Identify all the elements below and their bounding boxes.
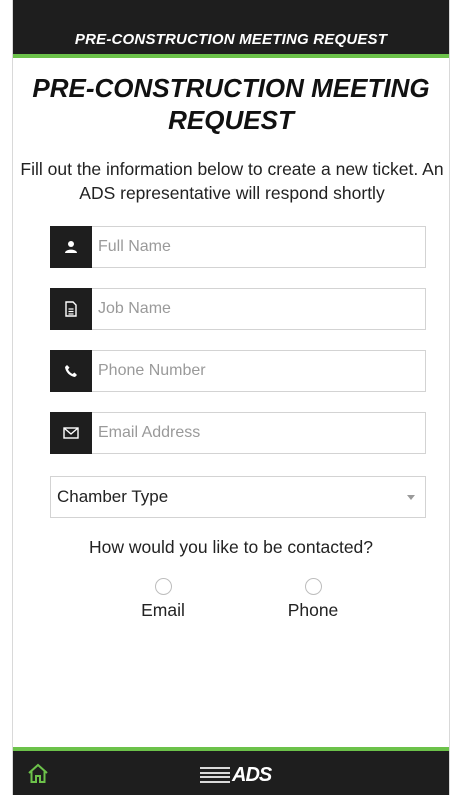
full-name-input[interactable] — [92, 226, 426, 268]
logo-stripes — [200, 767, 230, 783]
contact-question: How would you like to be contacted? — [88, 537, 374, 557]
email-address-field — [50, 412, 426, 454]
job-name-field — [50, 288, 426, 330]
phone-radio-label: Phone — [287, 600, 339, 620]
phone-number-input[interactable] — [92, 350, 426, 392]
chevron-down-icon — [407, 495, 415, 500]
app-screen: PRE-CONSTRUCTION MEETING REQUEST PRE-CON… — [12, 0, 450, 795]
envelope-icon — [50, 412, 92, 454]
chamber-type-value: Chamber Type — [57, 487, 169, 506]
bottom-bar: ADS — [13, 747, 449, 795]
intro-text: Fill out the information below to create… — [20, 159, 444, 203]
job-name-input[interactable] — [92, 288, 426, 330]
email-radio-label: Email — [141, 600, 185, 620]
page-title-line1: PRE-CONSTRUCTION MEETING — [32, 73, 430, 103]
document-icon — [50, 288, 92, 330]
contact-option-email[interactable]: Email — [123, 578, 203, 621]
full-name-field — [50, 226, 426, 268]
email-address-input[interactable] — [92, 412, 426, 454]
ads-logo: ADS — [200, 763, 272, 786]
email-radio[interactable] — [154, 578, 172, 595]
phone-icon — [50, 350, 92, 392]
contact-option-phone[interactable]: Phone — [273, 578, 353, 621]
page-title: PRE-CONSTRUCTION MEETING REQUEST — [13, 72, 449, 136]
home-icon[interactable] — [25, 761, 51, 787]
phone-radio[interactable] — [304, 578, 322, 595]
chamber-type-select[interactable]: Chamber Type — [50, 476, 426, 518]
phone-number-field — [50, 350, 426, 392]
header-title: PRE-CONSTRUCTION MEETING REQUEST — [74, 31, 388, 48]
page-title-line2: REQUEST — [168, 105, 294, 135]
user-icon — [50, 226, 92, 268]
logo-text: ADS — [232, 763, 272, 786]
top-bar: PRE-CONSTRUCTION MEETING REQUEST — [13, 0, 449, 58]
